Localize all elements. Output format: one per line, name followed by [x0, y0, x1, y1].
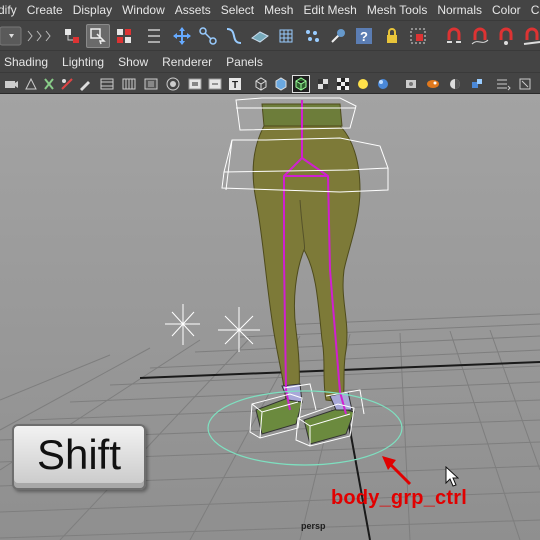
- select-component-icon[interactable]: [112, 24, 136, 48]
- body-grp-ctrl-label: body_grp_ctrl: [331, 487, 467, 509]
- select-object-icon[interactable]: [86, 24, 110, 48]
- isolate-select-icon[interactable]: [494, 75, 512, 93]
- film-gate-icon[interactable]: [98, 75, 116, 93]
- resolution-gate-icon[interactable]: [120, 75, 138, 93]
- perspective-viewport[interactable]: Shift body_grp_ctrl persp: [0, 94, 540, 540]
- bookmarks-icon[interactable]: [40, 75, 58, 93]
- panel-menu-lighting[interactable]: Lighting: [58, 55, 108, 69]
- cluster-icon[interactable]: [300, 24, 324, 48]
- smooth-icon[interactable]: [248, 24, 272, 48]
- camera-name-label: persp: [301, 521, 326, 531]
- legs-mesh: [252, 103, 361, 403]
- field-chart-icon[interactable]: [164, 75, 182, 93]
- lattice-icon[interactable]: [274, 24, 298, 48]
- select-hierarchy-icon[interactable]: [60, 24, 84, 48]
- magnet-surface-icon[interactable]: [520, 24, 540, 48]
- motion-blur-icon[interactable]: [424, 75, 442, 93]
- menu-color[interactable]: Color: [487, 0, 526, 20]
- wireframe-on-shaded-icon[interactable]: [292, 75, 310, 93]
- svg-text:?: ?: [360, 29, 368, 44]
- multisample-icon[interactable]: [446, 75, 464, 93]
- move-tool-icon[interactable]: [170, 24, 194, 48]
- locator-icon: [165, 304, 200, 345]
- text-icon[interactable]: T: [226, 75, 244, 93]
- menu-normals[interactable]: Normals: [432, 0, 487, 20]
- gate-mask-icon[interactable]: [142, 75, 160, 93]
- checker-icon[interactable]: [334, 75, 352, 93]
- menu-select[interactable]: Select: [216, 0, 259, 20]
- safe-action-icon[interactable]: [186, 75, 204, 93]
- image-plane-icon[interactable]: [58, 75, 76, 93]
- menu-overflow[interactable]: C: [526, 0, 540, 20]
- snapshot-icon[interactable]: [406, 24, 430, 48]
- main-menu-bar: dify Create Display Window Assets Select…: [0, 0, 540, 20]
- camera-select-icon[interactable]: [2, 75, 20, 93]
- lights-icon[interactable]: [354, 75, 372, 93]
- depth-of-field-icon[interactable]: [468, 75, 486, 93]
- textured-icon[interactable]: [314, 75, 332, 93]
- menu-window[interactable]: Window: [117, 0, 170, 20]
- magnet-point-icon[interactable]: [494, 24, 518, 48]
- collapse-arrows-icon[interactable]: [26, 24, 56, 48]
- menu-assets[interactable]: Assets: [170, 0, 216, 20]
- safe-title-icon[interactable]: [206, 75, 224, 93]
- sculpt-icon[interactable]: [326, 24, 350, 48]
- panel-menu-renderer[interactable]: Renderer: [158, 55, 216, 69]
- panel-toolbar: T: [0, 72, 540, 94]
- locator-icon: [218, 307, 260, 352]
- panel-menu-show[interactable]: Show: [114, 55, 152, 69]
- joint-tool-icon[interactable]: [196, 24, 220, 48]
- mode-dropdown[interactable]: [0, 24, 22, 48]
- svg-text:T: T: [232, 80, 238, 91]
- smooth-shade-icon[interactable]: [272, 75, 290, 93]
- ik-handle-icon[interactable]: [222, 24, 246, 48]
- ambient-occlusion-icon[interactable]: [402, 75, 420, 93]
- menu-modify[interactable]: dify: [0, 0, 22, 20]
- xray-icon[interactable]: [516, 75, 534, 93]
- panel-menu-panels[interactable]: Panels: [222, 55, 267, 69]
- help-icon[interactable]: ?: [352, 24, 376, 48]
- panel-menu-bar: Shading Lighting Show Renderer Panels: [0, 50, 540, 72]
- menu-mesh[interactable]: Mesh: [259, 0, 298, 20]
- magnet-grid-icon[interactable]: [442, 24, 466, 48]
- menu-create[interactable]: Create: [22, 0, 68, 20]
- wireframe-icon[interactable]: [252, 75, 270, 93]
- toggle-icon[interactable]: [142, 24, 168, 48]
- magnet-curve-icon[interactable]: [468, 24, 492, 48]
- menu-mesh-tools[interactable]: Mesh Tools: [362, 0, 432, 20]
- shift-key-overlay: Shift: [12, 424, 146, 490]
- shadows-icon[interactable]: [374, 75, 392, 93]
- camera-attributes-icon[interactable]: [22, 75, 40, 93]
- menu-display[interactable]: Display: [68, 0, 117, 20]
- body-grp-ctrl-curve: [207, 390, 403, 466]
- lock-icon[interactable]: [380, 24, 404, 48]
- menu-edit-mesh[interactable]: Edit Mesh: [298, 0, 361, 20]
- panel-menu-shading[interactable]: Shading: [0, 55, 52, 69]
- grease-pencil-icon[interactable]: [76, 75, 94, 93]
- status-toolbar: ?: [0, 20, 540, 50]
